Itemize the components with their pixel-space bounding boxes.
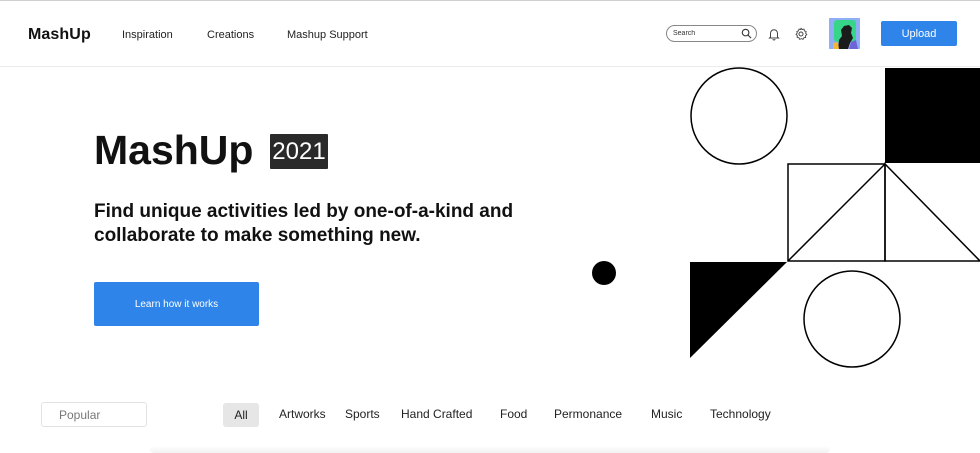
bell-icon[interactable] xyxy=(767,27,781,41)
category-all[interactable]: All xyxy=(223,403,259,427)
search-input[interactable] xyxy=(673,27,737,40)
year-badge: 2021 xyxy=(270,134,328,169)
sort-select-value: Popular xyxy=(59,408,101,422)
hero-subtitle: Find unique activities led by one-of-a-k… xyxy=(94,201,514,246)
content-shadow xyxy=(150,446,830,453)
shape-diagonal xyxy=(787,163,886,262)
category-sports[interactable]: Sports xyxy=(345,407,380,421)
shape-black-triangle xyxy=(690,262,787,358)
learn-how-button[interactable]: Learn how it works xyxy=(94,282,259,326)
avatar-image xyxy=(829,18,860,49)
search-box xyxy=(666,25,757,42)
shape-circle-bottom xyxy=(803,270,901,368)
category-artworks[interactable]: Artworks xyxy=(279,407,326,421)
category-permonance[interactable]: Permonance xyxy=(554,407,622,421)
shape-outline-square xyxy=(787,163,886,262)
nav-mashup-support[interactable]: Mashup Support xyxy=(287,29,368,41)
avatar[interactable] xyxy=(829,18,860,49)
shape-circle-top xyxy=(690,67,788,165)
category-music[interactable]: Music xyxy=(651,407,682,421)
category-technology[interactable]: Technology xyxy=(710,407,771,421)
sort-select[interactable]: Popular xyxy=(41,402,147,427)
gear-icon[interactable] xyxy=(794,27,808,41)
category-food[interactable]: Food xyxy=(500,407,527,421)
logo[interactable]: MashUp xyxy=(28,26,91,44)
category-hand-crafted[interactable]: Hand Crafted xyxy=(401,407,472,421)
nav-creations[interactable]: Creations xyxy=(207,29,254,41)
search-icon[interactable] xyxy=(741,28,752,39)
upload-button[interactable]: Upload xyxy=(881,21,957,46)
shape-outline-triangle xyxy=(884,162,980,262)
site-header: MashUp Inspiration Creations Mashup Supp… xyxy=(0,1,980,67)
hero-title: MashUp xyxy=(94,127,254,173)
shape-black-square xyxy=(885,68,980,163)
shape-dot xyxy=(592,261,616,285)
nav-inspiration[interactable]: Inspiration xyxy=(122,29,173,41)
